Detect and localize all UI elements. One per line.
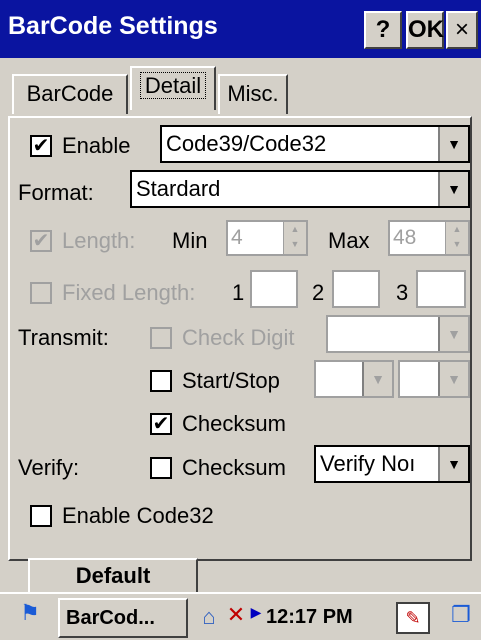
no-connection-icon[interactable]: ✕ [222, 602, 250, 628]
start-stop-label: Start/Stop [182, 368, 280, 393]
fixed-length-1-field[interactable] [250, 270, 298, 308]
network-icon[interactable]: ⌂ [196, 604, 222, 630]
fixed-length-checkbox[interactable] [30, 282, 52, 304]
symbology-value: Code39/Code32 [166, 131, 327, 156]
tab-detail[interactable]: Detail [130, 66, 216, 110]
enable-label: Enable [62, 133, 131, 158]
chevron-down-icon: ▼ [438, 447, 468, 481]
tab-detail-label: Detail [139, 72, 207, 99]
chevron-down-icon: ▼ [438, 362, 468, 396]
transmit-checksum-checkbox[interactable]: ✔ [150, 413, 172, 435]
keyboard-icon[interactable]: ✎ [396, 602, 430, 634]
fixed-length-label: Fixed Length: [62, 280, 196, 305]
fixed-length-3-field[interactable] [416, 270, 466, 308]
transmit-checksum-label: Checksum [182, 411, 286, 436]
max-length-value: 48 [393, 226, 417, 249]
verify-label: Verify: [18, 455, 80, 480]
help-button[interactable]: ? [364, 11, 402, 49]
spinner-arrows-icon: ▲ ▼ [283, 222, 306, 254]
start-char-select[interactable]: ▼ [314, 360, 394, 398]
tab-barcode[interactable]: BarCode [12, 74, 128, 114]
arrow-icon[interactable]: ▶ [248, 604, 264, 621]
format-value: Stardard [136, 176, 221, 201]
min-label: Min [172, 228, 208, 253]
close-button[interactable]: × [446, 11, 478, 49]
check-digit-label: Check Digit [182, 325, 295, 350]
format-select[interactable]: Stardard ▼ [130, 170, 470, 208]
start-flag-icon[interactable]: ⚑ [10, 600, 50, 626]
window-title: BarCode Settings [8, 12, 218, 40]
clock[interactable]: 12:17 PM [266, 606, 353, 629]
enable-code32-label: Enable Code32 [62, 503, 214, 528]
verify-mode-select[interactable]: Verify Noı ▼ [314, 445, 470, 483]
spinner-arrows-icon: ▲ ▼ [445, 222, 468, 254]
verify-checksum-checkbox[interactable] [150, 457, 172, 479]
check-digit-checkbox[interactable] [150, 327, 172, 349]
chevron-down-icon: ▼ [438, 317, 468, 351]
enable-code32-checkbox[interactable] [30, 505, 52, 527]
max-length-stepper[interactable]: 48 ▲ ▼ [388, 220, 470, 256]
fixed-length-3-label: 3 [396, 280, 409, 305]
stop-char-select[interactable]: ▼ [398, 360, 470, 398]
length-checkbox[interactable]: ✔ [30, 230, 52, 252]
check-digit-select[interactable]: ▼ [326, 315, 470, 353]
min-length-stepper[interactable]: 4 ▲ ▼ [226, 220, 308, 256]
chevron-down-icon: ▼ [438, 127, 468, 161]
symbology-select[interactable]: Code39/Code32 ▼ [160, 125, 470, 163]
tab-misc-label: Misc. [227, 81, 279, 106]
fixed-length-1-label: 1 [232, 280, 245, 305]
max-label: Max [328, 228, 370, 253]
verify-checksum-label: Checksum [182, 455, 286, 480]
ok-button[interactable]: OK [406, 11, 444, 49]
taskbar-app-button[interactable]: BarCod... [58, 598, 188, 638]
chevron-down-icon: ▼ [438, 172, 468, 206]
transmit-label: Transmit: [18, 325, 109, 350]
tab-misc[interactable]: Misc. [218, 74, 288, 114]
enable-checkbox[interactable]: ✔ [30, 135, 52, 157]
min-length-value: 4 [231, 226, 243, 249]
tab-barcode-label: BarCode [26, 81, 114, 106]
length-label: Length: [62, 228, 136, 253]
fixed-length-2-label: 2 [312, 280, 325, 305]
chevron-down-icon: ▼ [362, 362, 392, 396]
fixed-length-2-field[interactable] [332, 270, 380, 308]
windows-switch-icon[interactable]: ❐ [446, 602, 476, 628]
format-label: Format: [18, 180, 94, 205]
start-stop-checkbox[interactable] [150, 370, 172, 392]
verify-mode-value: Verify Noı [320, 451, 416, 476]
default-button[interactable]: Default [28, 558, 198, 594]
